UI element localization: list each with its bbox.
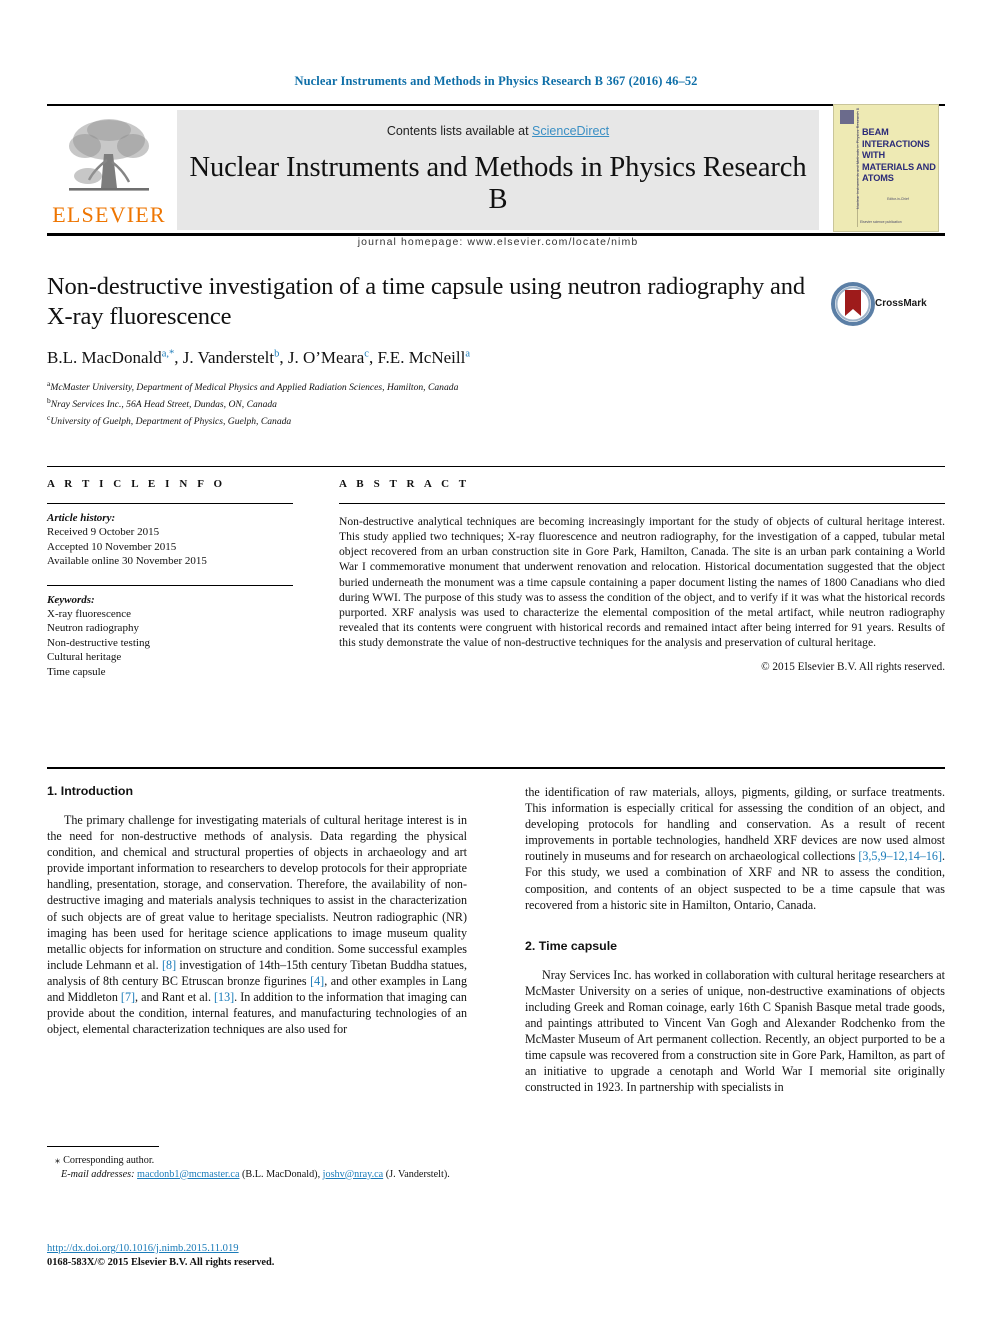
corresponding-author-note: ⁎ Corresponding author. (47, 1154, 467, 1168)
journal-homepage[interactable]: journal homepage: www.elsevier.com/locat… (177, 236, 819, 248)
issn-copyright-line: 0168-583X/© 2015 Elsevier B.V. All right… (47, 1257, 275, 1268)
author-name: J. O’Meara (287, 348, 365, 367)
introduction-paragraph-continued: the identification of raw materials, all… (525, 784, 945, 913)
crossmark-icon (831, 282, 875, 326)
history-item: Accepted 10 November 2015 (47, 540, 177, 553)
journal-banner: Contents lists available at ScienceDirec… (177, 110, 819, 248)
asterisk-icon: ⁎ (55, 1155, 61, 1166)
cover-heading: BEAM INTERACTIONS WITH MATERIALS AND ATO… (862, 127, 936, 183)
keyword-item: Cultural heritage (47, 651, 122, 664)
journal-masthead: ELSEVIER Contents lists available at Sci… (47, 104, 945, 248)
abstract-heading: A B S T R A C T (339, 478, 470, 490)
corresponding-author-label: Corresponding author. (63, 1155, 155, 1166)
author-name: B.L. MacDonald (47, 348, 162, 367)
affiliation-text: McMaster University, Department of Medic… (50, 382, 459, 394)
keyword-item: Non-destructive testing (47, 636, 150, 649)
doi-link[interactable]: http://dx.doi.org/10.1016/j.nimb.2015.11… (47, 1243, 239, 1254)
email-owner-1: (B.L. MacDonald), (239, 1168, 323, 1180)
history-item: Available online 30 November 2015 (47, 555, 207, 568)
journal-cover-thumbnail[interactable]: Nuclear Instruments and Methods in Physi… (827, 104, 945, 236)
keyword-item: X-ray fluorescence (47, 608, 131, 621)
citation-ref-7[interactable]: [7] (121, 990, 135, 1004)
introduction-paragraph: The primary challenge for investigating … (47, 812, 467, 1037)
article-info-column: A R T I C L E I N F O Article history: R… (47, 478, 293, 679)
article-history-label: Article history: (47, 512, 116, 524)
crossmark-label: CrossMark (875, 298, 927, 309)
journal-title: Nuclear Instruments and Methods in Physi… (189, 152, 807, 215)
citation-ref-group[interactable]: [3,5,9–12,14–16] (858, 849, 942, 863)
article-history-group: Article history: Received 9 October 2015… (47, 511, 293, 569)
keyword-item: Time capsule (47, 665, 106, 678)
abstract-text: Non-destructive analytical techniques ar… (339, 515, 945, 650)
author-list: B.L. MacDonalda,*, J. Vandersteltb, J. O… (47, 348, 471, 367)
title-block: Non-destructive investigation of a time … (47, 272, 945, 429)
crossmark-badge[interactable]: CrossMark (831, 282, 931, 328)
article-info-rule (47, 503, 293, 504)
contents-prefix: Contents lists available at (386, 124, 533, 138)
info-abstract-top-rule (47, 466, 945, 467)
time-capsule-paragraph: Nray Services Inc. has worked in collabo… (525, 967, 945, 1095)
intro-text-a: The primary challenge for investigating … (47, 813, 467, 972)
article-info-heading: A R T I C L E I N F O (47, 478, 226, 490)
paper-page: Nuclear Instruments and Methods in Physi… (0, 0, 992, 1323)
email-note: E-mail addresses: macdonb1@mcmaster.ca (… (47, 1168, 467, 1182)
keywords-rule (47, 584, 293, 586)
body-column-right: the identification of raw materials, all… (525, 784, 945, 1096)
elsevier-wordmark: ELSEVIER (52, 202, 166, 227)
cover-subtitle: Editor-in-Chief (887, 197, 909, 201)
journal-cover-image: Nuclear Instruments and Methods in Physi… (833, 104, 939, 232)
body-column-left: 1. Introduction The primary challenge fo… (47, 784, 467, 1037)
affiliation-text: Nray Services Inc., 56A Head Street, Dun… (50, 399, 277, 411)
email-link-macdonald[interactable]: macdonb1@mcmaster.ca (137, 1169, 239, 1180)
author-name: F.E. McNeill (377, 348, 466, 367)
keywords-group: Keywords: X-ray fluorescence Neutron rad… (47, 593, 293, 679)
running-head: Nuclear Instruments and Methods in Physi… (294, 74, 698, 88)
email-addresses-label: E-mail addresses: (61, 1168, 135, 1180)
elsevier-logo: ELSEVIER (47, 110, 171, 230)
citation-ref-4[interactable]: [4] (310, 974, 324, 988)
author-marks[interactable]: c (364, 348, 369, 359)
author-marks[interactable]: a,* (162, 348, 175, 359)
cover-spine-text: Nuclear Instruments and Methods in Physi… (856, 107, 860, 209)
affiliation-text: University of Guelph, Department of Phys… (50, 416, 292, 428)
affiliation-item: cUniversity of Guelph, Department of Phy… (47, 411, 945, 428)
email-owner-2: (J. Vanderstelt). (383, 1168, 450, 1180)
section-heading-time-capsule: 2. Time capsule (525, 938, 618, 953)
citation-ref-13[interactable]: [13] (214, 990, 234, 1004)
footnote-block: ⁎ Corresponding author. E-mail addresses:… (47, 1146, 467, 1181)
keyword-item: Neutron radiography (47, 622, 139, 635)
masthead-bottom-rule (47, 233, 945, 236)
abstract-column: A B S T R A C T Non-destructive analytic… (339, 478, 945, 673)
footnote-rule (47, 1146, 159, 1147)
sciencedirect-link[interactable]: ScienceDirect (532, 124, 609, 138)
info-abstract-bottom-rule (47, 767, 945, 769)
cover-footer: Elsevier science publication (860, 220, 902, 224)
author-name: J. Vanderstelt (182, 348, 275, 367)
author-marks[interactable]: b (274, 348, 279, 359)
elsevier-tree-icon (69, 119, 149, 191)
abstract-copyright: © 2015 Elsevier B.V. All rights reserved… (761, 661, 945, 674)
abstract-rule (339, 503, 945, 504)
masthead-top-rule (47, 104, 945, 106)
contents-available-line: Contents lists available at ScienceDirec… (177, 110, 819, 138)
footer-identifiers: http://dx.doi.org/10.1016/j.nimb.2015.11… (47, 1242, 507, 1270)
email-link-vanderstelt[interactable]: joshv@nray.ca (323, 1169, 384, 1180)
intro-text-d: , and Rant et al. (135, 990, 214, 1005)
keywords-label: Keywords: (47, 593, 95, 606)
article-title: Non-destructive investigation of a time … (47, 273, 805, 330)
affiliation-list: aMcMaster University, Department of Medi… (47, 377, 945, 429)
affiliation-item: aMcMaster University, Department of Medi… (47, 377, 945, 394)
author-marks[interactable]: a (465, 348, 470, 359)
section-heading-introduction: 1. Introduction (47, 784, 134, 798)
history-item: Received 9 October 2015 (47, 526, 160, 539)
affiliation-item: bNray Services Inc., 56A Head Street, Du… (47, 394, 945, 411)
cover-spine: Nuclear Instruments and Methods in Physi… (844, 107, 860, 227)
footnote-text: ⁎ Corresponding author. E-mail addresses:… (47, 1154, 467, 1181)
citation-ref-8[interactable]: [8] (162, 958, 176, 972)
